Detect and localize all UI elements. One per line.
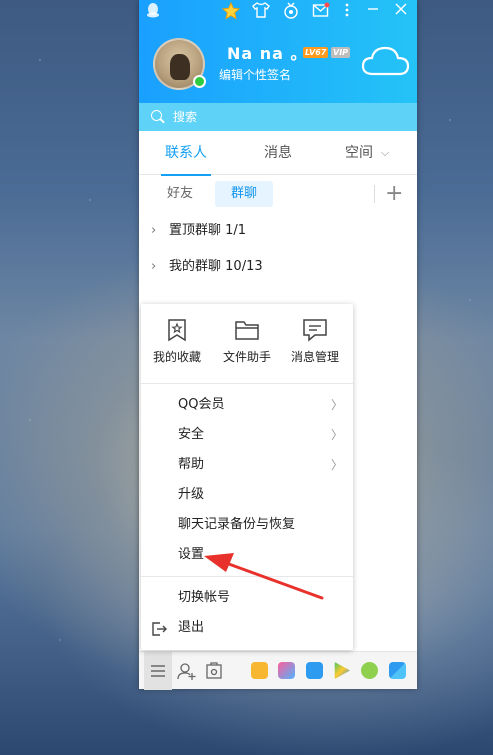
annotation-arrow — [204, 553, 324, 600]
